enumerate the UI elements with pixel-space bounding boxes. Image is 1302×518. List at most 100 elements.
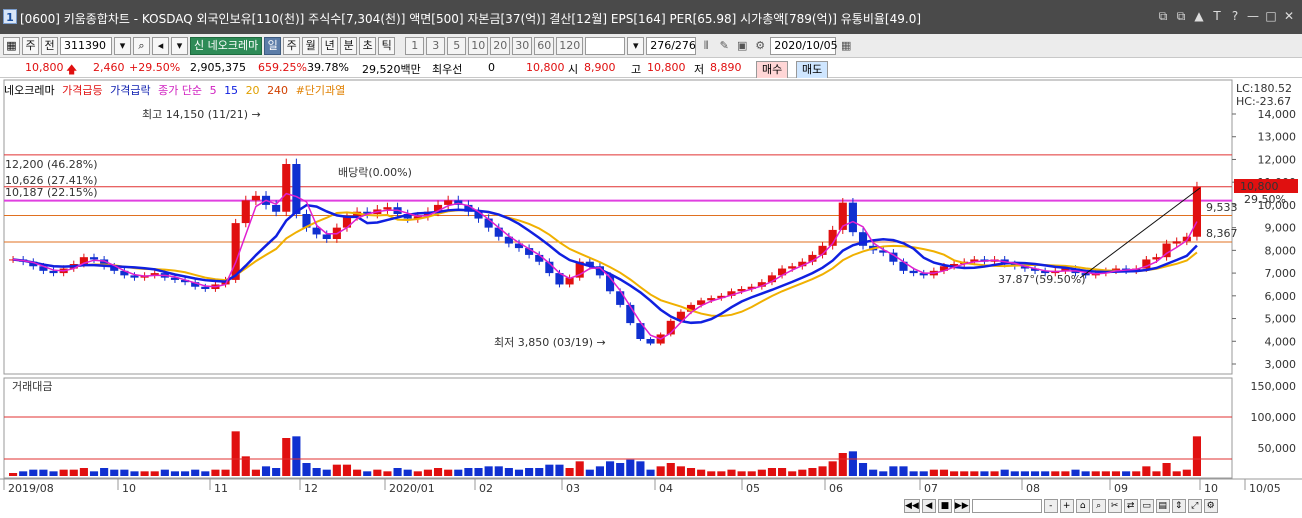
draw-icon[interactable]: ✎ <box>716 37 732 55</box>
volume-bar <box>1111 471 1121 476</box>
number-button-5[interactable]: 5 <box>447 36 467 55</box>
volume-bar <box>788 471 797 476</box>
number-button-20[interactable]: 20 <box>490 36 511 55</box>
save-icon[interactable]: ▣ <box>734 37 750 55</box>
candle-body <box>272 204 281 212</box>
x-tick-label: 2019/08 <box>8 482 54 495</box>
expand-icon[interactable]: ⤢ <box>1187 499 1202 513</box>
window-title: [0600] 키움종합차트 - KOSDAQ 외국인보유[110(천)] 주식수… <box>20 12 922 26</box>
volume-bar <box>848 451 857 476</box>
volume-bar <box>990 471 999 476</box>
bars-icon[interactable]: ⫴ <box>698 37 714 55</box>
candle-body <box>383 207 392 210</box>
close-icon[interactable]: ✕ <box>1282 8 1296 24</box>
calendar-icon[interactable]: ▦ <box>838 37 854 55</box>
volume-bar <box>181 471 190 476</box>
interval-month[interactable]: 월 <box>302 36 320 55</box>
chart-area[interactable]: 네오크레마 가격급등 가격급락 종가 단순 5 15 20 240 #단기과열 … <box>0 78 1302 518</box>
level-annotation-3: 10,187 (22.15%) <box>5 186 98 199</box>
interval-year[interactable]: 년 <box>321 36 339 55</box>
share-icon[interactable]: ⇄ <box>1123 499 1138 513</box>
volume-bar <box>292 436 301 476</box>
period-select[interactable]: 주 <box>22 36 39 55</box>
low-label: 저 <box>694 63 705 76</box>
volume-bar <box>747 471 756 476</box>
window-controls: ⧉ ⧉ ▲ T ? — □ ✕ <box>1156 8 1296 24</box>
volume-bar <box>251 469 260 476</box>
sell-button[interactable]: 매도 <box>796 61 829 79</box>
copy-icon[interactable]: ⧉ <box>1174 8 1188 24</box>
custom-count-input[interactable] <box>585 36 626 55</box>
dropdown-icon[interactable]: ▾ <box>114 36 131 55</box>
window-number[interactable]: 1 <box>3 9 17 24</box>
window-icon[interactable]: ▭ <box>1139 499 1154 513</box>
minimize-icon[interactable]: — <box>1246 8 1260 24</box>
search-icon[interactable]: ⌕ <box>133 36 150 55</box>
gear-icon[interactable]: ⚙ <box>752 37 768 55</box>
volume-bar <box>838 453 847 476</box>
prev-button[interactable]: 전 <box>41 36 58 55</box>
interval-week[interactable]: 주 <box>283 36 301 55</box>
count-dropdown-icon[interactable]: ▾ <box>627 36 645 55</box>
x-tick-label: 2020/01 <box>389 482 435 495</box>
number-button-1[interactable]: 1 <box>405 36 425 55</box>
scroll-track[interactable] <box>971 499 1042 513</box>
help-icon[interactable]: ? <box>1228 8 1242 24</box>
value-label-1: 9,533 <box>1206 201 1238 214</box>
volume-bar <box>778 468 787 476</box>
volume-bar <box>879 471 888 476</box>
link-icon[interactable]: ⧉ <box>1156 8 1170 24</box>
scroll-prev-icon[interactable]: ◀ <box>921 499 936 513</box>
tool-icon[interactable]: ✂ <box>1107 499 1122 513</box>
zoom-in-icon[interactable]: + <box>1059 499 1074 513</box>
grid-icon[interactable]: ▦ <box>3 36 20 55</box>
interval-minute[interactable]: 분 <box>340 36 358 55</box>
volume-bar <box>444 469 453 476</box>
volume-bar <box>555 464 564 476</box>
settings-icon[interactable]: ⚙ <box>1203 499 1218 513</box>
number-button-60[interactable]: 60 <box>534 36 555 55</box>
number-button-10[interactable]: 10 <box>468 36 489 55</box>
volume-bar <box>1182 469 1191 476</box>
maximize-icon[interactable]: □ <box>1264 8 1278 24</box>
x-tick-label: 08 <box>1026 482 1040 495</box>
number-button-30[interactable]: 30 <box>512 36 533 55</box>
chevron-down-icon[interactable]: ▾ <box>171 36 188 55</box>
x-tick-label: 10 <box>122 482 136 495</box>
volume-bar <box>403 469 412 476</box>
zoom-out-icon[interactable]: - <box>1043 499 1058 513</box>
search-zoom-icon[interactable]: ⌕ <box>1091 499 1106 513</box>
home-icon[interactable]: ⌂ <box>1075 499 1090 513</box>
volume-bar <box>585 469 594 476</box>
y-tick-label: 8,000 <box>1265 244 1297 257</box>
pref-price: 10,800 <box>526 61 565 74</box>
scroll-next-icon[interactable]: ▶▶ <box>953 499 970 513</box>
interval-second[interactable]: 초 <box>359 36 377 55</box>
y-tick-label: 9,000 <box>1265 222 1297 235</box>
pin-icon[interactable]: ▲ <box>1192 8 1206 24</box>
chart-scrollbar[interactable]: ◀◀ ◀ ■ ▶▶ - + ⌂ ⌕ ✂ ⇄ ▭ ▤ ⇕ ⤢ ⚙ <box>904 498 1302 514</box>
x-tick-label: 06 <box>829 482 843 495</box>
chart-toolbar: ▦ 주 전 311390 ▾ ⌕ ◂ ▾ 신 네오크레마 일 주 월 년 분 초… <box>0 34 1302 58</box>
volume-bar <box>686 468 696 476</box>
text-icon[interactable]: T <box>1210 8 1224 24</box>
candle-body <box>909 270 918 274</box>
scroll-stop-icon[interactable]: ■ <box>937 499 952 513</box>
buy-button[interactable]: 매수 <box>756 61 789 79</box>
volume-bar <box>433 468 443 476</box>
date-input[interactable]: 2020/10/05 <box>770 36 838 55</box>
scale-icon[interactable]: ⇕ <box>1171 499 1186 513</box>
volume-bar <box>1132 471 1141 476</box>
number-button-3[interactable]: 3 <box>426 36 446 55</box>
interval-tick[interactable]: 틱 <box>378 36 396 55</box>
chart-type-icon[interactable]: ▤ <box>1155 499 1170 513</box>
pref-label: 최우선 <box>432 63 463 76</box>
interval-day[interactable]: 일 <box>264 36 282 55</box>
stock-code-input[interactable]: 311390 <box>60 36 112 55</box>
turnover-ratio: 39.78% <box>307 61 349 74</box>
speaker-icon[interactable]: ◂ <box>152 36 169 55</box>
number-button-120[interactable]: 120 <box>556 36 584 55</box>
scroll-first-icon[interactable]: ◀◀ <box>904 499 920 513</box>
title-bar: 1 [0600] 키움종합차트 - KOSDAQ 외국인보유[110(천)] 주… <box>0 0 1302 34</box>
volume-bar <box>221 469 230 476</box>
